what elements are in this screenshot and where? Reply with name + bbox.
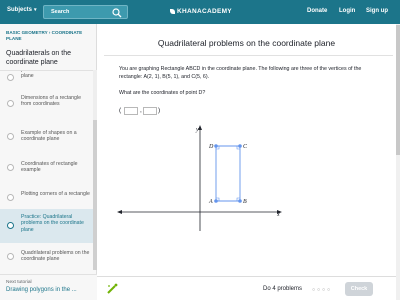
progress-circle-icon bbox=[7, 74, 14, 81]
problem-text: You are graphing Rectangle ABCD in the c… bbox=[119, 66, 362, 80]
answer-coordinate-field: ( , ) bbox=[119, 106, 163, 117]
question-text: What are the coordinates of point D? bbox=[119, 90, 206, 96]
logo-text: KHANACADEMY bbox=[177, 8, 232, 15]
sidebar-item-label: Quadrilateral problems on the coordinate… bbox=[21, 250, 90, 263]
sidebar-item-label: Dimensions of a rectangle from coordinat… bbox=[21, 95, 81, 108]
y-axis-label: y bbox=[195, 127, 199, 133]
progress-circle-icon bbox=[7, 164, 14, 171]
subjects-menu-button[interactable]: Subjects ▾ bbox=[7, 7, 37, 13]
sidebar-item-label: Plotting corners of a rectangle bbox=[21, 191, 90, 197]
sidebar-item-label: Practice: Quadrilateral problems on the … bbox=[21, 214, 84, 233]
progress-circle-icon bbox=[7, 133, 14, 140]
close-paren: ) bbox=[158, 107, 161, 114]
exercise-footer: Do 4 problems ○ ○ ○ ○ Check bbox=[97, 276, 396, 300]
check-button[interactable]: Check bbox=[345, 282, 373, 296]
sidebar-item-label: Coordinates of rectangle example bbox=[21, 161, 78, 174]
do-problems-label: Do 4 problems bbox=[263, 286, 303, 292]
answer-x-input[interactable] bbox=[124, 107, 138, 115]
vertex-label-a: A bbox=[208, 199, 213, 205]
signup-link[interactable]: Sign up bbox=[366, 8, 388, 14]
search-input[interactable]: Search bbox=[43, 5, 128, 19]
sidebar-item[interactable]: Coordinates of rectangle example bbox=[0, 153, 93, 181]
x-axis-arrow-left-icon bbox=[117, 210, 122, 214]
open-paren: ( bbox=[119, 107, 122, 114]
khan-academy-logo[interactable]: KHANACADEMY bbox=[170, 8, 232, 15]
progress-circle-icon bbox=[7, 100, 14, 107]
vertex-point-d bbox=[214, 144, 218, 148]
sidebar-item[interactable]: Dimensions of a rectangle from coordinat… bbox=[0, 89, 93, 121]
problem-progress-dots: ○ ○ ○ ○ bbox=[312, 287, 331, 293]
comma: , bbox=[140, 107, 142, 114]
sidebar-scrollbar-thumb[interactable] bbox=[93, 120, 97, 270]
vertex-label-c: C bbox=[243, 144, 248, 150]
next-tutorial[interactable]: Next tutorial Drawing polygons in the ..… bbox=[0, 274, 97, 300]
title-divider bbox=[104, 55, 393, 56]
vertex-label-b: B bbox=[243, 199, 247, 205]
sidebar-item-active-practice[interactable]: Practice: Quadrilateral problems on the … bbox=[0, 209, 93, 243]
scratchpad-pencil-icon[interactable] bbox=[106, 283, 118, 295]
search-icon[interactable] bbox=[112, 8, 122, 18]
vertex-label-d: D bbox=[208, 144, 214, 150]
vertex-point-b bbox=[238, 199, 242, 203]
page-title: Quadrilateral problems on the coordinate… bbox=[157, 38, 336, 48]
page-scrollbar[interactable] bbox=[396, 24, 400, 300]
x-axis-label: x bbox=[276, 212, 280, 218]
leaf-logo-icon bbox=[170, 8, 175, 14]
sidebar-item-label: perimeter on the coordinate plane bbox=[21, 70, 85, 80]
sidebar-item[interactable]: Plotting corners of a rectangle bbox=[0, 181, 93, 209]
page-scrollbar-thumb[interactable] bbox=[396, 25, 400, 155]
sidebar: BASIC GEOMETRY › COORDINATE PLANE Quadri… bbox=[0, 24, 97, 300]
rectangle-abcd bbox=[215, 145, 241, 202]
breadcrumb[interactable]: BASIC GEOMETRY › COORDINATE PLANE bbox=[6, 30, 94, 42]
sidebar-item[interactable]: Example of shapes on a coordinate plane bbox=[0, 121, 93, 153]
vertex-point-a bbox=[214, 199, 218, 203]
top-nav-bar: Subjects ▾ Search KHANACADEMY Donate Logi… bbox=[0, 0, 400, 24]
sidebar-item[interactable]: Quadrilateral problems on the coordinate… bbox=[0, 243, 93, 270]
section-title: Quadrilaterals on the coordinate plane bbox=[6, 50, 71, 66]
vertex-point-c bbox=[238, 144, 242, 148]
sidebar-item[interactable]: perimeter on the coordinate plane bbox=[0, 70, 93, 89]
next-tutorial-title[interactable]: Drawing polygons in the ... bbox=[6, 287, 77, 293]
next-tutorial-label: Next tutorial bbox=[6, 280, 32, 285]
login-link[interactable]: Login bbox=[339, 8, 355, 14]
sidebar-lesson-list: perimeter on the coordinate plane Dimens… bbox=[0, 70, 93, 270]
subjects-label: Subjects bbox=[7, 7, 33, 13]
search-placeholder: Search bbox=[51, 9, 70, 15]
progress-circle-icon bbox=[7, 194, 14, 201]
progress-circle-icon bbox=[7, 222, 14, 229]
chevron-down-icon: ▾ bbox=[34, 7, 37, 13]
progress-circle-icon bbox=[7, 253, 14, 260]
coordinate-graph: x y A B C D bbox=[117, 125, 282, 231]
donate-link[interactable]: Donate bbox=[307, 8, 327, 14]
answer-y-input[interactable] bbox=[143, 107, 157, 115]
sidebar-item-label: Example of shapes on a coordinate plane bbox=[21, 130, 77, 143]
